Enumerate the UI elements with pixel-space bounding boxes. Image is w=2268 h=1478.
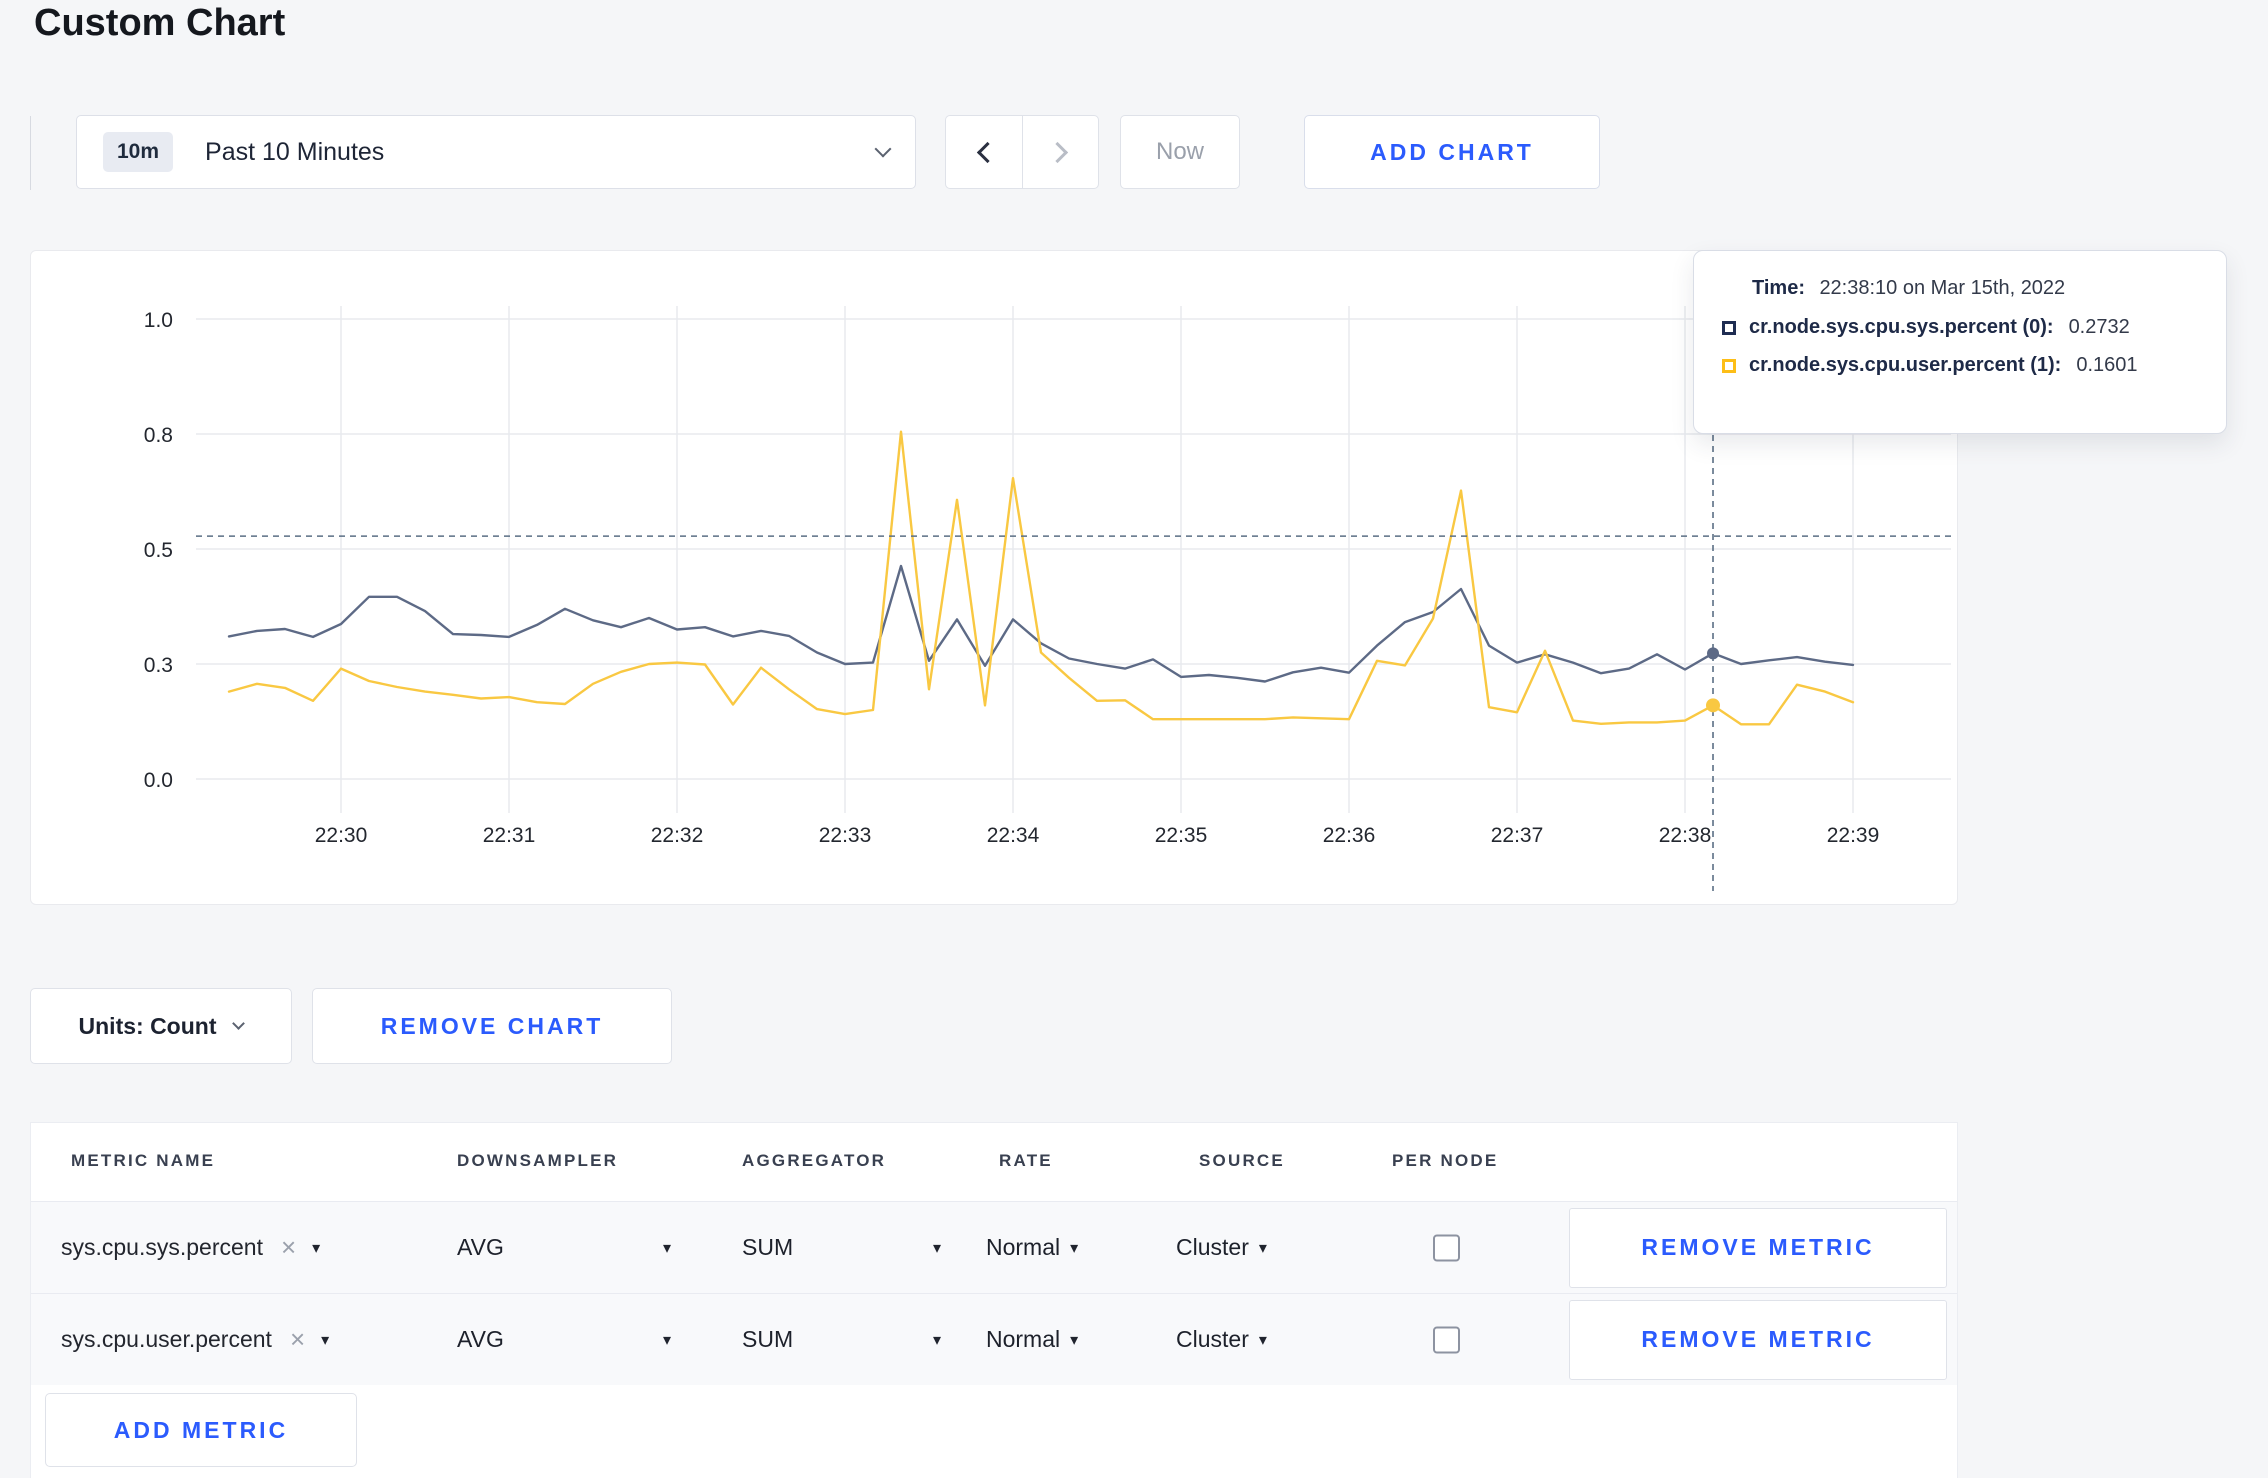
svg-text:0.3: 0.3 [144, 654, 173, 677]
svg-text:0.8: 0.8 [144, 424, 173, 447]
svg-text:0.5: 0.5 [144, 539, 173, 562]
svg-text:22:31: 22:31 [483, 824, 536, 847]
chart-svg[interactable]: 22:30 22:31 22:32 22:33 22:34 22:35 22:36 22:37… [31, 251, 1957, 904]
user-series-swatch-icon [1722, 358, 1736, 373]
time-range-badge: 10m [103, 132, 174, 172]
col-header-rate: RATE [999, 1151, 1053, 1170]
chevron-right-icon [1046, 141, 1069, 163]
now-button[interactable]: Now [1120, 115, 1240, 189]
time-pager [945, 115, 1099, 189]
tooltip-time: Time: 22:38:10 on Mar 15th, 2022 [1752, 277, 2198, 300]
metric-name-select[interactable]: sys.cpu.user.percent × ▾ [61, 1294, 329, 1385]
tooltip-sys-label: cr.node.sys.cpu.sys.percent (0): [1749, 316, 2054, 338]
col-header-downsampler: DOWNSAMPLER [457, 1151, 619, 1170]
svg-text:22:32: 22:32 [651, 824, 704, 847]
time-range-label: Past 10 Minutes [205, 137, 385, 166]
svg-text:0.0: 0.0 [144, 769, 173, 792]
remove-chart-button[interactable]: REMOVE CHART [312, 988, 672, 1064]
tooltip-user-value: 0.1601 [2076, 354, 2138, 376]
remove-metric-button[interactable]: REMOVE METRIC [1569, 1299, 1947, 1380]
downsampler-select[interactable]: AVG ▾ [457, 1294, 671, 1385]
chevron-left-icon [976, 141, 998, 163]
col-header-aggregator: AGGREGATOR [742, 1151, 887, 1170]
add-chart-button[interactable]: ADD CHART [1304, 115, 1600, 189]
caret-down-icon: ▾ [662, 1239, 671, 1257]
caret-down-icon: ▾ [662, 1331, 671, 1349]
metrics-rows: sys.cpu.sys.percent × ▾ AVG ▾ SUM ▾ Norm… [31, 1201, 1957, 1385]
aggregator-value: SUM [742, 1326, 794, 1352]
rate-value: Normal [986, 1326, 1061, 1352]
source-value: Cluster [1176, 1234, 1249, 1260]
svg-text:22:35: 22:35 [1155, 824, 1208, 847]
col-header-metric-name: METRIC NAME [71, 1151, 216, 1170]
time-range-dropdown[interactable]: 10m Past 10 Minutes [76, 115, 916, 189]
source-select[interactable]: Cluster ▾ [1176, 1294, 1267, 1385]
metrics-table-header: METRIC NAME DOWNSAMPLER AGGREGATOR RATE … [31, 1123, 1957, 1201]
svg-text:22:34: 22:34 [987, 824, 1040, 847]
toolbar-divider [30, 116, 31, 190]
next-time-button[interactable] [1022, 115, 1099, 189]
close-icon[interactable]: × [290, 1324, 305, 1355]
caret-down-icon: ▾ [1258, 1239, 1267, 1257]
metric-name-value: sys.cpu.sys.percent [61, 1234, 263, 1260]
prev-time-button[interactable] [945, 115, 1022, 189]
chart-tooltip: Time: 22:38:10 on Mar 15th, 2022 cr.node… [1693, 250, 2227, 434]
rate-value: Normal [986, 1234, 1061, 1260]
aggregator-select[interactable]: SUM ▾ [742, 1202, 941, 1293]
tooltip-sys-value: 0.2732 [2068, 316, 2130, 338]
units-dropdown[interactable]: Units: Count [30, 988, 292, 1064]
svg-text:22:37: 22:37 [1491, 824, 1544, 847]
caret-down-icon: ▾ [1258, 1331, 1267, 1349]
units-label: Units: Count [78, 1012, 217, 1039]
caret-down-icon: ▾ [312, 1239, 321, 1257]
rate-select[interactable]: Normal ▾ [986, 1202, 1078, 1293]
caret-down-icon: ▾ [1070, 1331, 1079, 1349]
chevron-down-icon [232, 1016, 246, 1030]
downsampler-value: AVG [457, 1326, 504, 1352]
remove-metric-button[interactable]: REMOVE METRIC [1569, 1207, 1947, 1288]
downsampler-value: AVG [457, 1234, 504, 1260]
rate-select[interactable]: Normal ▾ [986, 1294, 1078, 1385]
svg-text:22:39: 22:39 [1827, 824, 1880, 847]
caret-down-icon: ▾ [1070, 1239, 1079, 1257]
tooltip-time-value: 22:38:10 on Mar 15th, 2022 [1819, 277, 2066, 299]
aggregator-select[interactable]: SUM ▾ [742, 1294, 941, 1385]
tooltip-series-row-sys: cr.node.sys.cpu.sys.percent (0): 0.2732 [1722, 316, 2198, 339]
svg-text:1.0: 1.0 [144, 309, 173, 332]
chevron-down-icon [874, 140, 892, 158]
metric-name-select[interactable]: sys.cpu.sys.percent × ▾ [61, 1202, 320, 1293]
svg-text:22:33: 22:33 [819, 824, 872, 847]
svg-text:22:30: 22:30 [315, 824, 368, 847]
tooltip-time-label: Time: [1752, 277, 1805, 299]
caret-down-icon: ▾ [932, 1239, 941, 1257]
metric-row: sys.cpu.sys.percent × ▾ AVG ▾ SUM ▾ Norm… [31, 1201, 1957, 1293]
caret-down-icon: ▾ [321, 1331, 330, 1349]
add-metric-button[interactable]: ADD METRIC [45, 1393, 357, 1467]
col-header-per-node: PER NODE [1392, 1151, 1499, 1170]
svg-text:22:38: 22:38 [1659, 824, 1712, 847]
per-node-checkbox[interactable] [1433, 1234, 1460, 1261]
tooltip-user-label: cr.node.sys.cpu.user.percent (1): [1749, 354, 2062, 376]
metric-name-value: sys.cpu.user.percent [61, 1326, 272, 1352]
source-select[interactable]: Cluster ▾ [1176, 1202, 1267, 1293]
caret-down-icon: ▾ [932, 1331, 941, 1349]
tooltip-series-row-user: cr.node.sys.cpu.user.percent (1): 0.1601 [1722, 354, 2198, 377]
metrics-table: METRIC NAME DOWNSAMPLER AGGREGATOR RATE … [30, 1122, 1958, 1478]
metric-row: sys.cpu.user.percent × ▾ AVG ▾ SUM ▾ Nor… [31, 1293, 1957, 1385]
downsampler-select[interactable]: AVG ▾ [457, 1202, 671, 1293]
page-title: Custom Chart [34, 2, 286, 44]
sys-series-swatch-icon [1722, 320, 1736, 335]
per-node-checkbox[interactable] [1433, 1326, 1460, 1353]
svg-text:22:36: 22:36 [1323, 824, 1376, 847]
aggregator-value: SUM [742, 1234, 794, 1260]
close-icon[interactable]: × [281, 1232, 296, 1263]
source-value: Cluster [1176, 1326, 1249, 1352]
col-header-source: SOURCE [1199, 1151, 1285, 1170]
chart-card: 22:30 22:31 22:32 22:33 22:34 22:35 22:36 22:37… [30, 250, 1958, 905]
